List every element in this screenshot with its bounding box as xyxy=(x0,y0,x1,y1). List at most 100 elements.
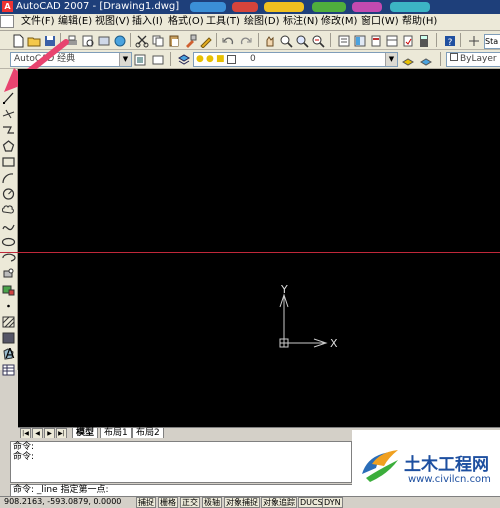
make-block-icon[interactable] xyxy=(1,283,16,297)
separator xyxy=(216,33,217,47)
undo-icon[interactable] xyxy=(220,33,236,49)
ellipse-icon[interactable] xyxy=(1,235,16,249)
drawing-canvas[interactable]: Y X xyxy=(18,69,500,427)
command-history: 命令: 命令: xyxy=(10,441,352,483)
layer-combo[interactable]: ● ● ■ 0 ▼ xyxy=(193,52,398,67)
plot-preview-icon[interactable] xyxy=(80,33,96,49)
zoom-previous-icon[interactable] xyxy=(310,33,326,49)
menu-format[interactable]: 格式(O) xyxy=(168,15,204,29)
color-value: ByLayer xyxy=(460,54,497,64)
chevron-down-icon[interactable]: ▼ xyxy=(119,53,131,66)
taskbar-decor xyxy=(232,2,258,12)
polar-toggle[interactable]: 极轴 xyxy=(202,497,222,508)
ellipse-arc-icon[interactable] xyxy=(1,251,16,265)
ducs-toggle[interactable]: DUCS xyxy=(298,497,325,508)
design-center-icon[interactable] xyxy=(352,33,368,49)
workspace-icon[interactable] xyxy=(466,33,482,49)
circle-icon[interactable] xyxy=(1,187,16,201)
polyline-icon[interactable] xyxy=(1,123,16,137)
menu-dimension[interactable]: 标注(N) xyxy=(283,15,318,29)
insert-block-icon[interactable] xyxy=(1,267,16,281)
window-title: AutoCAD 2007 - [Drawing1.dwg] xyxy=(16,1,180,12)
layer-previous-icon[interactable] xyxy=(418,52,434,68)
menu-file[interactable]: 文件(F) xyxy=(21,15,55,29)
gradient-icon[interactable] xyxy=(1,331,16,345)
tool-palettes-icon[interactable] xyxy=(368,33,384,49)
taskbar-decor xyxy=(264,2,304,12)
doc-menu-icon[interactable] xyxy=(0,15,14,28)
ucs-y-label: Y xyxy=(281,283,288,296)
spline-icon[interactable] xyxy=(1,219,16,233)
menu-tools[interactable]: 工具(T) xyxy=(206,15,240,29)
styles-combo[interactable]: Sta xyxy=(484,34,500,49)
autocad-app-icon[interactable]: A xyxy=(2,1,13,12)
command-history-line: 命令: xyxy=(13,442,35,452)
sheet-set-icon[interactable] xyxy=(384,33,400,49)
crosshair-horizontal-line xyxy=(0,252,500,253)
workspace-settings-icon[interactable] xyxy=(132,52,148,68)
grid-toggle[interactable]: 栅格 xyxy=(158,497,178,508)
watermark-brand: 土木工程网 xyxy=(404,455,489,475)
make-object-layer-current-icon[interactable] xyxy=(400,52,416,68)
help-icon[interactable]: ? xyxy=(442,33,458,49)
menu-edit[interactable]: 编辑(E) xyxy=(58,15,92,29)
markup-set-icon[interactable] xyxy=(400,33,416,49)
menu-bar: 文件(F) 编辑(E) 视图(V) 插入(I) 格式(O) 工具(T) 绘图(D… xyxy=(0,14,500,31)
separator xyxy=(460,33,461,47)
chevron-down-icon[interactable]: ▼ xyxy=(385,53,397,66)
separator xyxy=(170,52,171,66)
watermark-url: www.civilcn.com xyxy=(408,474,491,485)
quickcalc-icon[interactable] xyxy=(416,33,432,49)
zoom-realtime-icon[interactable] xyxy=(278,33,294,49)
paste-icon[interactable] xyxy=(166,33,182,49)
menu-view[interactable]: 视图(V) xyxy=(95,15,130,29)
taskbar-decor xyxy=(312,2,346,12)
taskbar-decor xyxy=(190,2,226,12)
watermark: 土木工程网 www.civilcn.com xyxy=(352,430,500,496)
publish-web-icon[interactable] xyxy=(112,33,128,49)
taskbar-decor xyxy=(390,2,430,12)
redo-icon[interactable] xyxy=(238,33,254,49)
copy-icon[interactable] xyxy=(150,33,166,49)
command-history-line: 命令: xyxy=(13,452,35,462)
title-bar: A AutoCAD 2007 - [Drawing1.dwg] xyxy=(0,0,500,14)
dyn-toggle[interactable]: DYN xyxy=(322,497,343,508)
ortho-toggle[interactable]: 正交 xyxy=(180,497,200,508)
cut-icon[interactable] xyxy=(134,33,150,49)
rectangle-icon[interactable] xyxy=(1,155,16,169)
menu-draw[interactable]: 绘图(D) xyxy=(244,15,280,29)
color-combo[interactable]: ByLayer xyxy=(446,52,500,67)
zoom-window-icon[interactable] xyxy=(294,33,310,49)
properties-icon[interactable] xyxy=(336,33,352,49)
polygon-icon[interactable] xyxy=(1,139,16,153)
osnap-toggle[interactable]: 对象捕捉 xyxy=(224,497,260,508)
layer-states-icon[interactable] xyxy=(150,52,166,68)
color-swatch xyxy=(450,53,458,61)
watermark-logo-icon xyxy=(362,450,398,482)
construction-line-icon[interactable] xyxy=(1,107,16,121)
arc-icon[interactable] xyxy=(1,171,16,185)
revision-cloud-icon[interactable] xyxy=(1,203,16,217)
block-editor-icon[interactable] xyxy=(198,33,214,49)
layer-manager-icon[interactable] xyxy=(176,52,192,68)
multiline-text-icon[interactable]: A xyxy=(3,347,17,363)
lock-icon: ■ xyxy=(216,54,225,64)
menu-window[interactable]: 窗口(W) xyxy=(361,15,399,29)
publish-icon[interactable] xyxy=(96,33,112,49)
separator xyxy=(258,33,259,47)
table-icon[interactable] xyxy=(1,363,16,377)
draw-toolbar xyxy=(0,69,18,376)
otrack-toggle[interactable]: 对象追踪 xyxy=(261,497,297,508)
match-properties-icon[interactable] xyxy=(182,33,198,49)
snap-toggle[interactable]: 捕捉 xyxy=(136,497,156,508)
hatch-icon[interactable] xyxy=(1,315,16,329)
pan-realtime-icon[interactable] xyxy=(262,33,278,49)
point-icon[interactable] xyxy=(1,299,16,313)
status-bar: 908.2163, -593.0879, 0.0000 捕捉 栅格 正交 极轴 … xyxy=(0,496,500,508)
menu-help[interactable]: 帮助(H) xyxy=(402,15,437,29)
layer-value: 0 xyxy=(250,54,256,64)
menu-insert[interactable]: 插入(I) xyxy=(132,15,163,29)
separator xyxy=(440,52,441,66)
layer-color-swatch xyxy=(227,55,236,64)
menu-modify[interactable]: 修改(M) xyxy=(321,15,357,29)
